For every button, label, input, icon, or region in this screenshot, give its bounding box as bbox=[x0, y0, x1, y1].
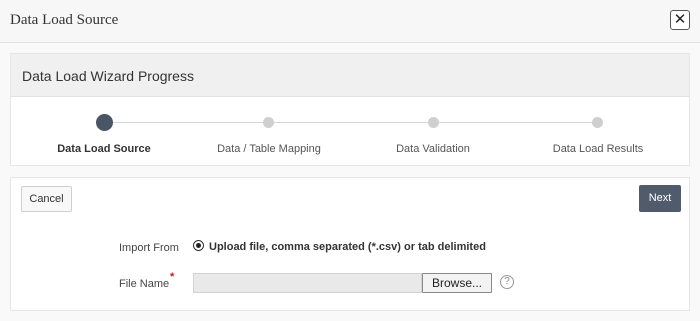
step-3-label: Data Validation bbox=[396, 143, 470, 155]
dialog-title: Data Load Source bbox=[10, 12, 119, 28]
cancel-button[interactable]: Cancel bbox=[21, 186, 72, 212]
next-button[interactable]: Next bbox=[639, 185, 681, 212]
dialog-titlebar: Data Load Source ✕ bbox=[0, 0, 700, 43]
wizard-progress-panel: Data Load Wizard Progress Data Load Sour… bbox=[10, 53, 690, 166]
import-option-label[interactable]: Upload file, comma separated (*.csv) or … bbox=[209, 241, 486, 253]
step-1-marker bbox=[96, 114, 113, 131]
required-marker: * bbox=[170, 271, 175, 283]
step-2-label: Data / Table Mapping bbox=[217, 143, 321, 155]
file-name-label: File Name bbox=[119, 278, 170, 290]
step-2-marker bbox=[263, 117, 274, 128]
file-name-field[interactable] bbox=[193, 273, 422, 293]
step-1-label: Data Load Source bbox=[57, 143, 151, 155]
help-icon[interactable]: ? bbox=[500, 275, 514, 289]
step-4-label: Data Load Results bbox=[552, 143, 644, 155]
step-3-marker bbox=[428, 117, 439, 128]
step-4-marker bbox=[592, 117, 603, 128]
radio-icon[interactable] bbox=[193, 240, 204, 251]
wizard-progress-title: Data Load Wizard Progress bbox=[22, 68, 194, 84]
browse-button[interactable]: Browse... bbox=[422, 273, 492, 293]
load-source-form: Cancel Next Import From Upload file, com… bbox=[10, 177, 690, 311]
import-from-label: Import From bbox=[119, 242, 179, 254]
progress-track bbox=[104, 122, 599, 123]
close-icon[interactable]: ✕ bbox=[670, 10, 690, 30]
